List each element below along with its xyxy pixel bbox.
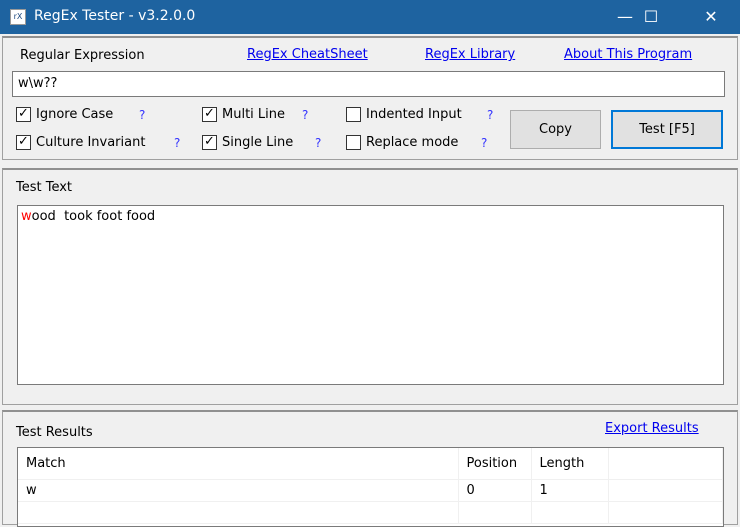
test-button[interactable]: Test [F5]	[611, 110, 723, 149]
checkbox: ✓	[202, 135, 217, 150]
library-link[interactable]: RegEx Library	[425, 47, 515, 62]
copy-button[interactable]: Copy	[510, 110, 601, 149]
checkbox: ✓	[202, 107, 217, 122]
test-text-content: ood took foot food	[31, 209, 156, 224]
results-table: Match Position Length w01	[17, 447, 724, 527]
checkbox: ✓	[16, 107, 31, 122]
cheatsheet-link[interactable]: RegEx CheatSheet	[247, 47, 368, 62]
close-button[interactable]: ✕	[688, 0, 734, 34]
regex-input[interactable]: w\w??	[12, 71, 725, 97]
test-text-label: Test Text	[16, 180, 73, 195]
help-icon[interactable]: ?	[487, 108, 493, 122]
help-icon[interactable]: ?	[315, 136, 321, 150]
title-bar: rX RegEx Tester - v3.2.0.0 — ☐ ✕	[0, 0, 740, 34]
maximize-button[interactable]: ☐	[628, 0, 674, 34]
app-icon: rX	[10, 9, 26, 25]
regex-label: Regular Expression	[20, 48, 145, 63]
test-text-area[interactable]: wood took foot food	[17, 205, 724, 385]
table-row-empty	[18, 501, 723, 524]
export-results-link[interactable]: Export Results	[605, 421, 699, 436]
checkbox: ✓	[16, 135, 31, 150]
column-position[interactable]: Position	[458, 448, 532, 480]
about-link[interactable]: About This Program	[564, 47, 692, 62]
column-length[interactable]: Length	[531, 448, 609, 480]
match-cell: w	[18, 479, 459, 502]
results-label: Test Results	[16, 425, 93, 440]
checkbox	[346, 107, 361, 122]
length-cell: 1	[531, 479, 609, 502]
position-cell: 0	[458, 479, 532, 502]
help-icon[interactable]: ?	[481, 136, 487, 150]
window-title: RegEx Tester - v3.2.0.0	[34, 8, 196, 24]
table-row[interactable]: w01	[18, 479, 723, 502]
help-icon[interactable]: ?	[139, 108, 145, 122]
help-icon[interactable]: ?	[174, 136, 180, 150]
match-highlight: w	[21, 209, 32, 224]
checkbox	[346, 135, 361, 150]
column-match[interactable]: Match	[18, 448, 459, 480]
table-header: Match Position Length	[18, 448, 723, 480]
help-icon[interactable]: ?	[302, 108, 308, 122]
